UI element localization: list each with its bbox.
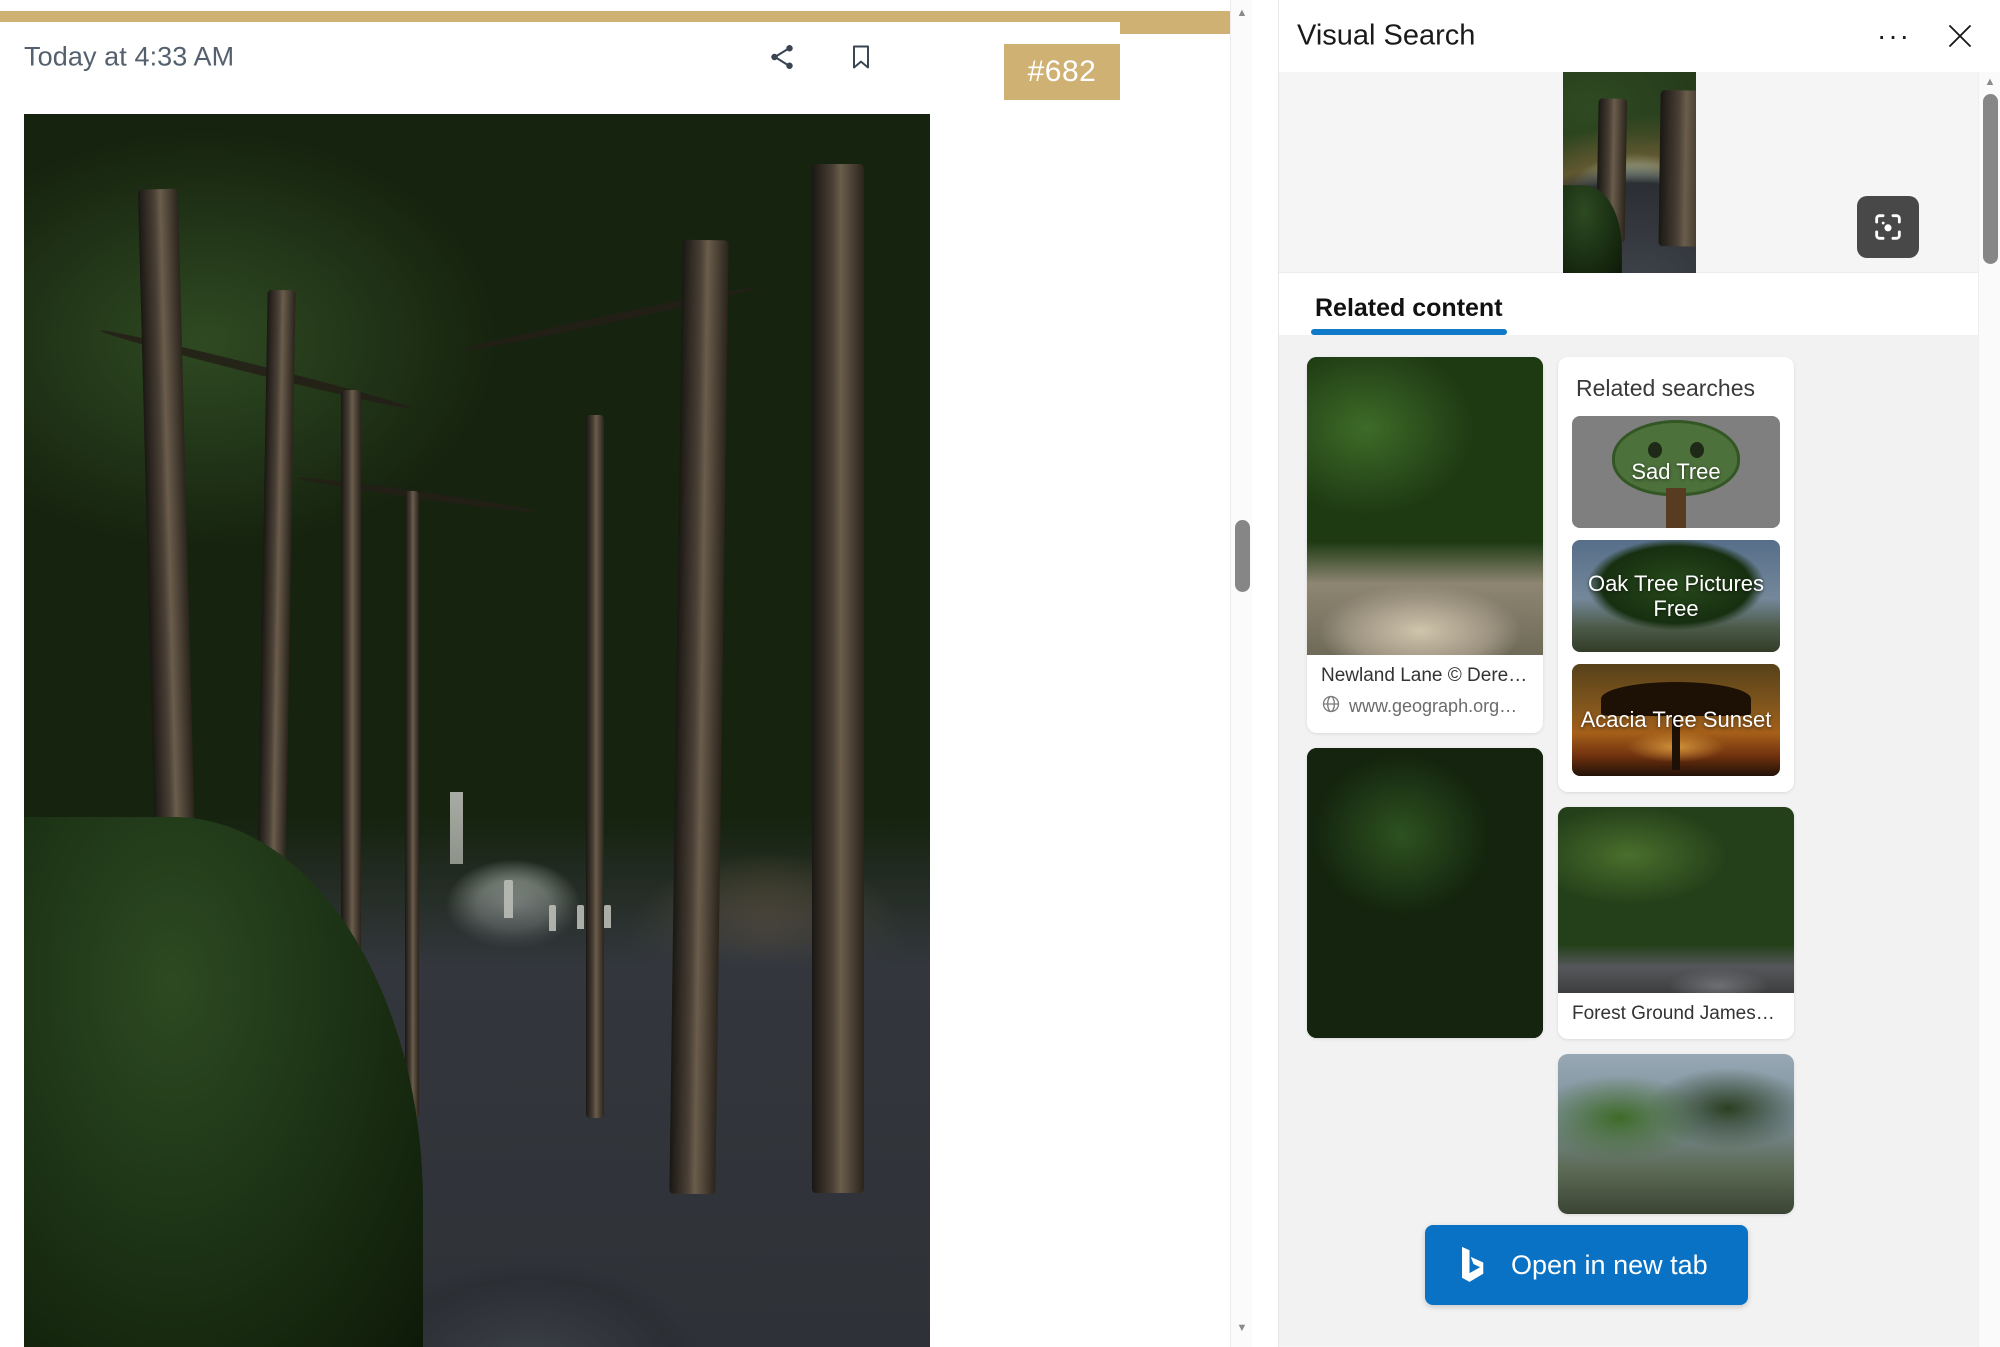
- panel-scrollbar[interactable]: ▲: [1978, 72, 2000, 1347]
- related-search-tile-acacia-sunset[interactable]: Acacia Tree Sunset: [1572, 664, 1780, 776]
- visual-search-header: Visual Search ···: [1279, 0, 2000, 72]
- panel-title: Visual Search: [1297, 20, 1475, 53]
- scroll-up-arrow-icon[interactable]: ▲: [1231, 2, 1252, 24]
- post-photo[interactable]: [24, 114, 930, 1347]
- photo-scene: [24, 114, 930, 1347]
- post-header-actions: [765, 40, 878, 74]
- ellipsis-icon[interactable]: ···: [1874, 16, 1914, 56]
- scroll-down-arrow-icon[interactable]: ▼: [1231, 1317, 1252, 1339]
- post-card: Today at 4:33 AM: [0, 22, 1120, 1347]
- post-number-badge[interactable]: #682: [1004, 44, 1120, 100]
- open-in-new-tab-button[interactable]: Open in new tab: [1425, 1225, 1748, 1305]
- result-card[interactable]: Forest Ground James …: [1558, 807, 1794, 1039]
- query-image-thumbnail[interactable]: [1563, 72, 1696, 273]
- tab-related-content[interactable]: Related content: [1311, 294, 1507, 335]
- tree-trunk: [1658, 90, 1696, 246]
- photo-scene-thumb: [1563, 72, 1696, 273]
- gravestone: [504, 880, 513, 918]
- panel-scrollbar-thumb[interactable]: [1983, 94, 1998, 264]
- panel-header-actions: ···: [1874, 16, 1980, 56]
- tree-trunk: [586, 415, 604, 1118]
- result-card[interactable]: [1307, 748, 1543, 1038]
- result-caption: Newland Lane © Derek …: [1307, 655, 1543, 733]
- visual-search-body: Related content Newland Lane © Derek …: [1279, 72, 2000, 1347]
- globe-icon: [1321, 694, 1341, 719]
- related-search-label: Acacia Tree Sunset: [1573, 707, 1780, 732]
- gravestone: [604, 905, 611, 928]
- related-search-tile-sad-tree[interactable]: Sad Tree: [1572, 416, 1780, 528]
- image-viewer-pane: Today at 4:33 AM: [0, 0, 1252, 1347]
- result-card[interactable]: Newland Lane © Derek …: [1307, 357, 1543, 733]
- result-source-text: www.geograph.org…: [1349, 696, 1517, 717]
- tree-trunk: [812, 164, 864, 1193]
- results-column-left: Newland Lane © Derek …: [1307, 357, 1543, 1214]
- results-column-right: Related searches Sad Tree: [1558, 357, 1794, 1214]
- result-card[interactable]: [1558, 1054, 1794, 1214]
- visual-search-lens-icon[interactable]: [1857, 196, 1919, 258]
- share-icon[interactable]: [765, 40, 799, 74]
- gravestone-obelisk: [450, 792, 463, 864]
- close-icon[interactable]: [1940, 16, 1980, 56]
- tree-trunk: [405, 491, 419, 1119]
- related-searches-card: Related searches Sad Tree: [1558, 357, 1794, 792]
- bookmark-icon[interactable]: [844, 40, 878, 74]
- related-search-label: Oak Tree Pictures Free: [1572, 571, 1780, 622]
- result-title: Newland Lane © Derek …: [1321, 665, 1529, 687]
- related-searches-title: Related searches: [1576, 375, 1778, 402]
- open-in-new-tab-label: Open in new tab: [1511, 1250, 1708, 1281]
- result-thumbnail: [1558, 1054, 1794, 1214]
- query-image-preview-band: [1279, 72, 1979, 273]
- gravestone: [549, 905, 556, 931]
- result-thumbnail: [1307, 357, 1543, 655]
- related-search-label: Sad Tree: [1623, 459, 1728, 484]
- tree-trunk: [670, 239, 729, 1193]
- visual-search-panel: Visual Search ···: [1278, 0, 2000, 1347]
- panel-scroll-up-arrow-icon[interactable]: ▲: [1979, 72, 2000, 92]
- result-title: Forest Ground James …: [1572, 1003, 1780, 1025]
- result-caption: Forest Ground James …: [1558, 993, 1794, 1039]
- panel-tabs: Related content: [1279, 273, 1979, 335]
- result-thumbnail: [1558, 807, 1794, 993]
- gravestone: [577, 905, 584, 929]
- bing-logo-icon: [1455, 1245, 1489, 1285]
- post-timestamp: Today at 4:33 AM: [24, 42, 234, 73]
- result-source: www.geograph.org…: [1321, 694, 1529, 719]
- related-search-tile-oak-tree[interactable]: Oak Tree Pictures Free: [1572, 540, 1780, 652]
- tab-label: Related content: [1315, 294, 1503, 322]
- hedge: [24, 817, 423, 1347]
- results-masonry: Newland Lane © Derek …: [1307, 357, 1961, 1214]
- post-header: Today at 4:33 AM: [0, 22, 1120, 92]
- viewer-scrollbar[interactable]: ▲ ▼: [1230, 0, 1252, 1347]
- related-content-results: Newland Lane © Derek …: [1279, 335, 1979, 1345]
- result-thumbnail: [1307, 748, 1543, 1038]
- viewer-scrollbar-thumb[interactable]: [1235, 520, 1250, 592]
